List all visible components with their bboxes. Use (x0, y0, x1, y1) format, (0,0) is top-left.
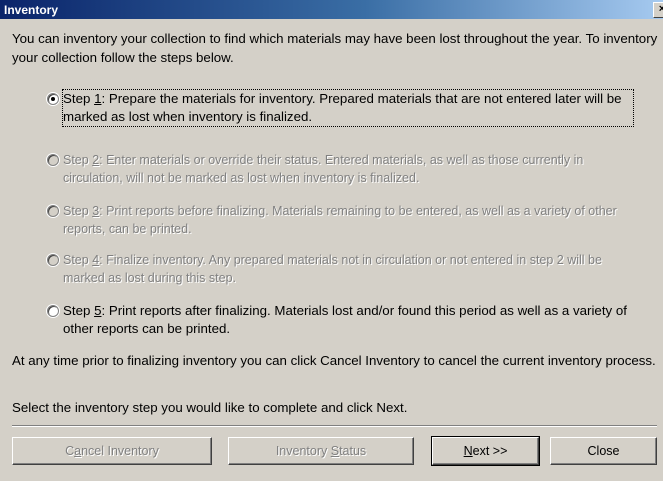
inventory-status-button[interactable]: Inventory Status (228, 437, 414, 465)
step-3-radio (47, 205, 59, 217)
step-5-label: Step 5: Print reports after finalizing. … (63, 303, 627, 336)
step-3-label: Step 3: Print reports before finalizing.… (63, 204, 617, 236)
step-2-label: Step 2: Enter materials or override thei… (63, 153, 584, 185)
window-title: Inventory (4, 3, 59, 17)
step-5-radio[interactable] (47, 305, 59, 317)
step-1-label: Step 1: Prepare the materials for invent… (62, 89, 634, 127)
step-2-radio (47, 154, 59, 166)
cancel-note: At any time prior to finalizing inventor… (12, 353, 656, 368)
close-icon[interactable]: × (653, 2, 663, 18)
next-button[interactable]: Next >> (431, 436, 540, 466)
instruction-text: Select the inventory step you would like… (12, 400, 408, 415)
title-bar: Inventory × (0, 0, 663, 19)
cancel-inventory-button[interactable]: Cancel Inventory (12, 437, 212, 465)
step-4-label: Step 4: Finalize inventory. Any prepared… (63, 253, 602, 285)
close-button[interactable]: Close (550, 437, 657, 465)
radio-selected-dot (51, 97, 55, 101)
divider (12, 425, 657, 427)
step-4-radio (47, 254, 59, 266)
step-1-radio[interactable] (47, 93, 59, 105)
intro-text: You can inventory your collection to fin… (12, 31, 658, 65)
